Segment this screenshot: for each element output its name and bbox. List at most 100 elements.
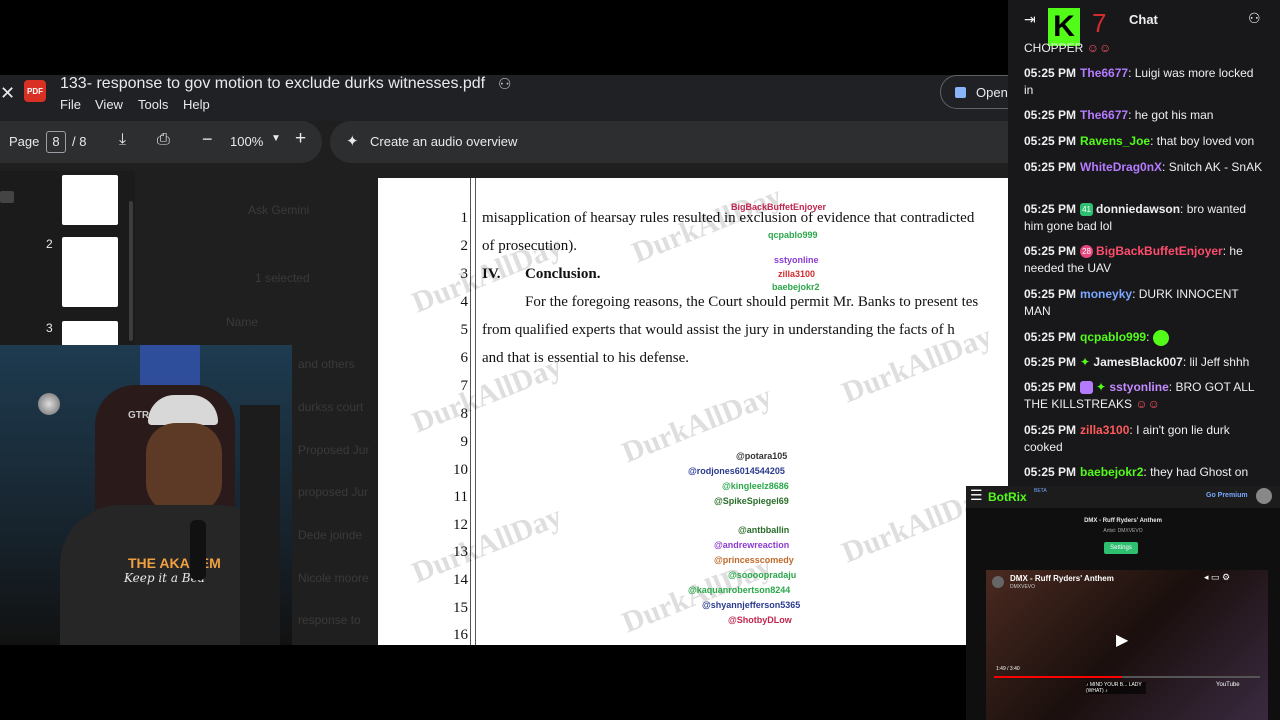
- timestamp: 05:25 PM: [1024, 287, 1077, 301]
- menu-tools[interactable]: Tools: [138, 97, 168, 112]
- zoom-in-icon[interactable]: +: [295, 128, 306, 150]
- collapse-chat-icon[interactable]: ⇥: [1024, 11, 1036, 28]
- play-icon[interactable]: ▶: [1116, 630, 1128, 650]
- timestamp: 05:25 PM: [1024, 66, 1077, 80]
- overlay-yt-username: @ShotbyDLow: [728, 615, 792, 625]
- line-number: 2: [460, 238, 469, 254]
- video-caption: ♪ MIND YOUR B... LADY (WHAT) ♪: [1086, 682, 1146, 694]
- line-number: 3: [460, 266, 469, 282]
- thumbnail-panel: 2 3: [0, 171, 135, 346]
- avatar[interactable]: [1256, 488, 1272, 504]
- document-title: 133- response to gov motion to exclude d…: [60, 75, 486, 92]
- username[interactable]: WhiteDrag0nX: [1080, 160, 1162, 174]
- ghost-text: Name: [226, 315, 259, 329]
- message-text: lil Jeff shhh: [1189, 355, 1250, 369]
- message-text: Snitch AK - SnAK: [1168, 160, 1263, 174]
- timestamp: 05:25 PM: [1024, 330, 1077, 344]
- username[interactable]: zilla3100: [1080, 423, 1129, 437]
- video-controls-icons[interactable]: ◂ ▭ ⚙: [1204, 572, 1230, 583]
- go-premium-link[interactable]: Go Premium: [1206, 492, 1248, 499]
- ghost-text: Dede joinde: [298, 528, 363, 542]
- username[interactable]: JamesBlack007: [1093, 355, 1182, 369]
- page-number-input[interactable]: 8: [46, 131, 66, 153]
- message-text: that boy loved von: [1156, 134, 1255, 148]
- page-total: / 8: [72, 134, 87, 149]
- chat-message: 05:25 PM 41 donniedawson: bro wanted him g…: [1024, 202, 1247, 233]
- close-icon[interactable]: ✕: [0, 83, 15, 103]
- overlay-username: baebejokr2: [772, 282, 820, 292]
- line-number: 13: [453, 544, 468, 560]
- thumbnail-page-1[interactable]: [62, 175, 118, 225]
- zoom-level[interactable]: 100%: [230, 134, 263, 149]
- username[interactable]: sstyonline: [1109, 380, 1168, 394]
- youtube-logo[interactable]: YouTube: [1216, 682, 1240, 688]
- chat-message: 05:25 PM The6677: he got his man: [1024, 108, 1214, 122]
- zoom-dropdown-icon[interactable]: ▼: [271, 133, 281, 144]
- song-title: DMX - Ruff Ryders' Anthem: [1084, 518, 1162, 524]
- progress-bar[interactable]: [994, 676, 1260, 678]
- sparkle-badge-icon: ✦: [1080, 355, 1094, 369]
- document-line: and that is essential to his defense.: [482, 350, 690, 366]
- overlay-yt-username: @kingleelz8686: [722, 481, 789, 491]
- line-number: 14: [453, 572, 468, 588]
- subscriber-badge: 28: [1080, 245, 1094, 259]
- username[interactable]: Ravens_Joe: [1080, 134, 1150, 148]
- username[interactable]: donniedawson: [1096, 202, 1180, 216]
- audio-overview-bar[interactable]: ✦ Create an audio overview: [330, 121, 1008, 163]
- hamburger-menu-icon[interactable]: ☰: [970, 487, 983, 504]
- users-icon[interactable]: ⚇: [1248, 10, 1261, 27]
- section-number: IV.: [482, 266, 501, 282]
- settings-button[interactable]: Settings: [1104, 542, 1138, 554]
- thumbnail-scrollbar[interactable]: [129, 201, 133, 341]
- chat-header: ⇥ K 7 Chat ⚇: [1008, 0, 1280, 46]
- chat-message: 05:25 PM 28 BigBackBuffetEnjoyer: he neede…: [1024, 244, 1243, 275]
- overlay-yt-username: @SpikeSpiegel69: [714, 496, 789, 506]
- shirt-text: THE AKADEM: [128, 555, 221, 571]
- ghost-text: Ask Gemini: [248, 203, 310, 217]
- print-icon[interactable]: ⎙: [157, 131, 170, 149]
- download-icon[interactable]: ⤓: [119, 131, 126, 149]
- zoom-out-icon[interactable]: −: [202, 129, 213, 150]
- video-title: DMX - Ruff Ryders' Anthem: [1010, 574, 1114, 583]
- line-number: 5: [460, 322, 469, 338]
- username[interactable]: qcpablo999: [1080, 330, 1146, 344]
- pdf-file-icon: PDF: [24, 80, 46, 102]
- thumbnail-page-2[interactable]: [62, 237, 118, 307]
- thumbnail-page-3[interactable]: [62, 321, 118, 346]
- menu-help[interactable]: Help: [183, 97, 210, 112]
- username[interactable]: The6677: [1080, 66, 1128, 80]
- mic-arm: [240, 405, 280, 645]
- open-with-button[interactable]: Open: [940, 75, 1008, 109]
- emote-icon: [1152, 329, 1169, 346]
- username[interactable]: baebejokr2: [1080, 465, 1143, 479]
- share-icon[interactable]: ⚇: [498, 75, 511, 93]
- thumbnail-number: 2: [46, 237, 53, 251]
- document-line: of prosecution).: [482, 238, 577, 254]
- ghost-text: Proposed Jur: [298, 443, 370, 457]
- ghost-text: 1 selected: [255, 271, 310, 285]
- line-number: 6: [460, 350, 469, 366]
- chair-label: GTR: [128, 410, 150, 421]
- message-text: he got his man: [1134, 108, 1214, 122]
- pdf-toolbar: Page 8 / 8 ⤓ ⎙ − 100% ▼ + ✦ Create an au…: [0, 121, 1008, 169]
- progress-fill: [994, 676, 1122, 678]
- overlay-yt-username: @andrewreaction: [714, 540, 790, 550]
- line-number: 16: [453, 627, 468, 643]
- message-text: CHOPPER: [1024, 41, 1084, 55]
- chat-message: 05:25 PM The6677: Luigi was more locked i…: [1024, 66, 1254, 97]
- timestamp: 05:25 PM: [1024, 202, 1077, 216]
- line-number: 1: [460, 210, 469, 226]
- username[interactable]: The6677: [1080, 108, 1128, 122]
- username[interactable]: moneyky: [1080, 287, 1132, 301]
- video-player[interactable]: DMX - Ruff Ryders' Anthem DMXVEVO ◂ ▭ ⚙ …: [986, 570, 1268, 720]
- emote-icon: ☺☺: [1135, 397, 1160, 411]
- timestamp: 05:25 PM: [1024, 108, 1077, 122]
- sparkle-icon: ✦: [346, 133, 359, 150]
- menu-file[interactable]: File: [60, 97, 81, 112]
- username[interactable]: BigBackBuffetEnjoyer: [1096, 244, 1223, 258]
- overlay-yt-username: @soooopradaju: [728, 570, 797, 580]
- blue-light: [140, 345, 200, 385]
- menu-view[interactable]: View: [95, 97, 123, 112]
- line-number: 4: [460, 294, 469, 310]
- line-number: 15: [453, 600, 468, 616]
